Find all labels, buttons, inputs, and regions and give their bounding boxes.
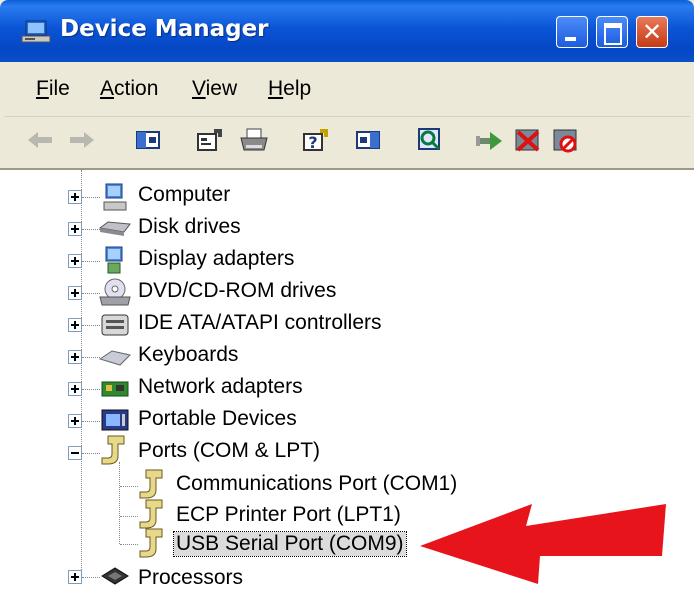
help-icon[interactable]: ? [300,126,332,154]
tree-item-dvd-drives[interactable]: DVD/CD-ROM drives [138,279,336,303]
console-tree-icon[interactable] [352,126,384,154]
dvd-drive-icon [99,278,131,306]
device-tree[interactable]: Computer Disk drives Display adapters DV… [0,168,694,592]
tree-item-disk-drives[interactable]: Disk drives [138,215,241,239]
menu-file[interactable]: File [36,77,70,101]
port-icon [139,528,163,558]
annotation-arrow [420,504,666,584]
toolbar: ? [4,117,690,165]
svg-text:?: ? [308,133,317,152]
connector-line [82,261,100,262]
menu-help[interactable]: Help [268,77,311,101]
expand-processors[interactable] [68,570,82,584]
ports-branch-line [119,462,120,544]
disable-icon[interactable] [550,126,582,154]
ide-controller-icon [101,314,129,336]
tree-item-com1[interactable]: Communications Port (COM1) [176,472,457,496]
expand-disk-drives[interactable] [68,222,82,236]
processor-icon [101,567,129,585]
title-bar[interactable]: Device Manager ✕ [0,0,694,62]
show-hide-tree-icon[interactable] [132,126,164,154]
forward-icon[interactable] [66,126,98,154]
portable-device-icon [101,409,129,431]
display-adapter-icon [105,246,123,274]
menu-bar: File Action View Help [4,62,690,117]
menu-file-key: F [36,77,49,100]
maximize-button[interactable] [596,16,628,48]
collapse-ports[interactable] [68,446,82,460]
back-icon[interactable] [24,126,56,154]
menu-action-key: A [100,77,115,100]
connector-line [82,197,100,198]
tree-item-computer[interactable]: Computer [138,183,230,207]
expand-dvd-drives[interactable] [68,286,82,300]
menu-action-rest: ction [114,77,159,100]
tree-item-ports[interactable]: Ports (COM & LPT) [138,439,320,463]
keyboard-icon [98,350,131,366]
menu-view-rest: iew [205,77,238,100]
expand-portable-devices[interactable] [68,414,82,428]
expand-ide-controllers[interactable] [68,318,82,332]
computer-icon [103,183,127,211]
window-title: Device Manager [60,16,269,42]
expand-computer[interactable] [68,190,82,204]
menu-help-key: H [268,77,284,100]
menu-file-rest: ile [48,77,70,100]
menu-view-key: V [192,77,206,100]
expand-display-adapters[interactable] [68,254,82,268]
tree-item-keyboards[interactable]: Keyboards [138,343,238,367]
properties-icon[interactable] [194,126,226,154]
device-manager-icon [21,20,51,43]
close-button[interactable]: ✕ [636,16,668,48]
port-icon [101,435,125,465]
expand-keyboards[interactable] [68,350,82,364]
port-icon [139,469,163,499]
update-driver-icon[interactable] [474,126,506,154]
print-icon[interactable] [238,126,270,154]
close-icon: ✕ [641,18,663,46]
tree-item-display-adapters[interactable]: Display adapters [138,247,294,271]
tree-item-usb-serial-port[interactable]: USB Serial Port (COM9) [173,531,407,557]
tree-item-network-adapters[interactable]: Network adapters [138,375,303,399]
device-manager-window: Device Manager ✕ File Action View Help ?… [0,0,694,592]
disk-drive-icon [98,221,131,236]
scan-hardware-icon[interactable] [414,126,446,154]
menu-help-rest: elp [283,77,312,100]
tree-item-processors[interactable]: Processors [138,566,243,590]
tree-item-portable-devices[interactable]: Portable Devices [138,407,297,431]
expand-network-adapters[interactable] [68,382,82,396]
tree-item-ide-controllers[interactable]: IDE ATA/ATAPI controllers [138,311,382,335]
minimize-button[interactable] [556,16,588,48]
menu-view[interactable]: View [192,77,237,101]
network-adapter-icon [101,381,129,397]
tree-item-lpt1[interactable]: ECP Printer Port (LPT1) [176,503,401,527]
uninstall-icon[interactable] [512,126,544,154]
menu-action[interactable]: Action [100,77,158,101]
